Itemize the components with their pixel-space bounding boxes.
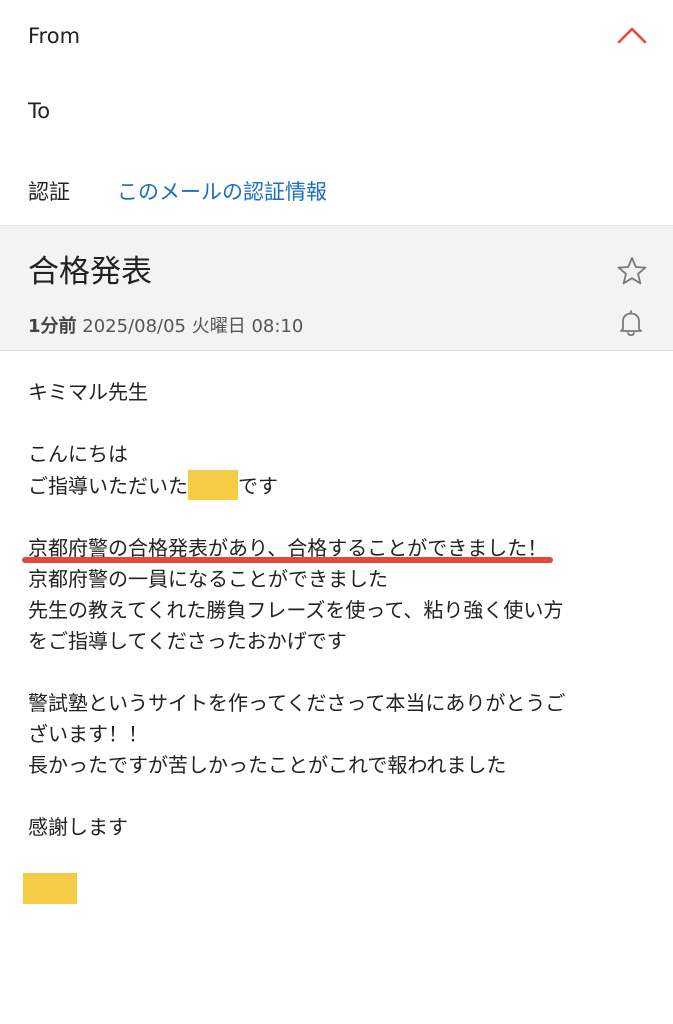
chevron-up-icon[interactable] — [617, 24, 647, 48]
red-underline — [22, 557, 554, 563]
star-icon[interactable] — [617, 256, 647, 286]
body-line-3: 先生の教えてくれた勝負フレーズを使って、粘り強く使い方 — [28, 598, 564, 622]
time-ago: 1分前 — [28, 316, 77, 337]
intro-line: ご指導いただいた です — [28, 470, 648, 502]
closing-line: 感謝します — [28, 815, 128, 839]
message-subject: 合格発表 — [28, 254, 152, 290]
from-row[interactable]: From — [0, 0, 673, 76]
message-meta: 1分前 2025/08/05 火曜日 08:10 — [28, 312, 303, 338]
greeting: キミマル先生 — [28, 380, 148, 404]
hello-line: こんにちは — [28, 442, 128, 466]
intro-prefix: ご指導いただいた — [28, 474, 188, 498]
body-line-4: をご指導してくださったおかげです — [28, 629, 347, 653]
auth-row: 認証 このメールの認証情報 — [0, 150, 673, 226]
auth-label: 認証 — [28, 180, 70, 204]
to-label: To — [28, 99, 51, 123]
body-line-5: 警試塾というサイトを作ってくださって本当にありがとうご — [28, 691, 566, 715]
from-label: From — [28, 24, 81, 48]
body-line-2: 京都府警の一員になることができました — [28, 567, 388, 591]
highlighted-text: 京都府警の合格発表があり、合格することができました！ — [22, 536, 554, 563]
redacted-signature — [23, 873, 77, 904]
intro-suffix: です — [238, 474, 278, 498]
body-line-7: 長かったですが苦しかったことがこれで報われました — [28, 753, 507, 777]
highlight-line: 京都府警の合格発表があり、合格することができました！ — [22, 533, 648, 564]
bell-icon[interactable] — [619, 310, 643, 337]
redacted-name — [188, 470, 238, 500]
auth-info-link[interactable]: このメールの認証情報 — [117, 176, 327, 206]
body-line-6: ざいます！！ — [28, 722, 148, 746]
message-datetime: 2025/08/05 火曜日 08:10 — [82, 316, 304, 337]
message-body: キミマル先生 こんにちは ご指導いただいた です 京都府警の合格発表があり、合格す… — [22, 377, 648, 843]
subject-header: 合格発表 1分前 2025/08/05 火曜日 08:10 — [0, 226, 673, 351]
to-row: To — [0, 75, 673, 151]
